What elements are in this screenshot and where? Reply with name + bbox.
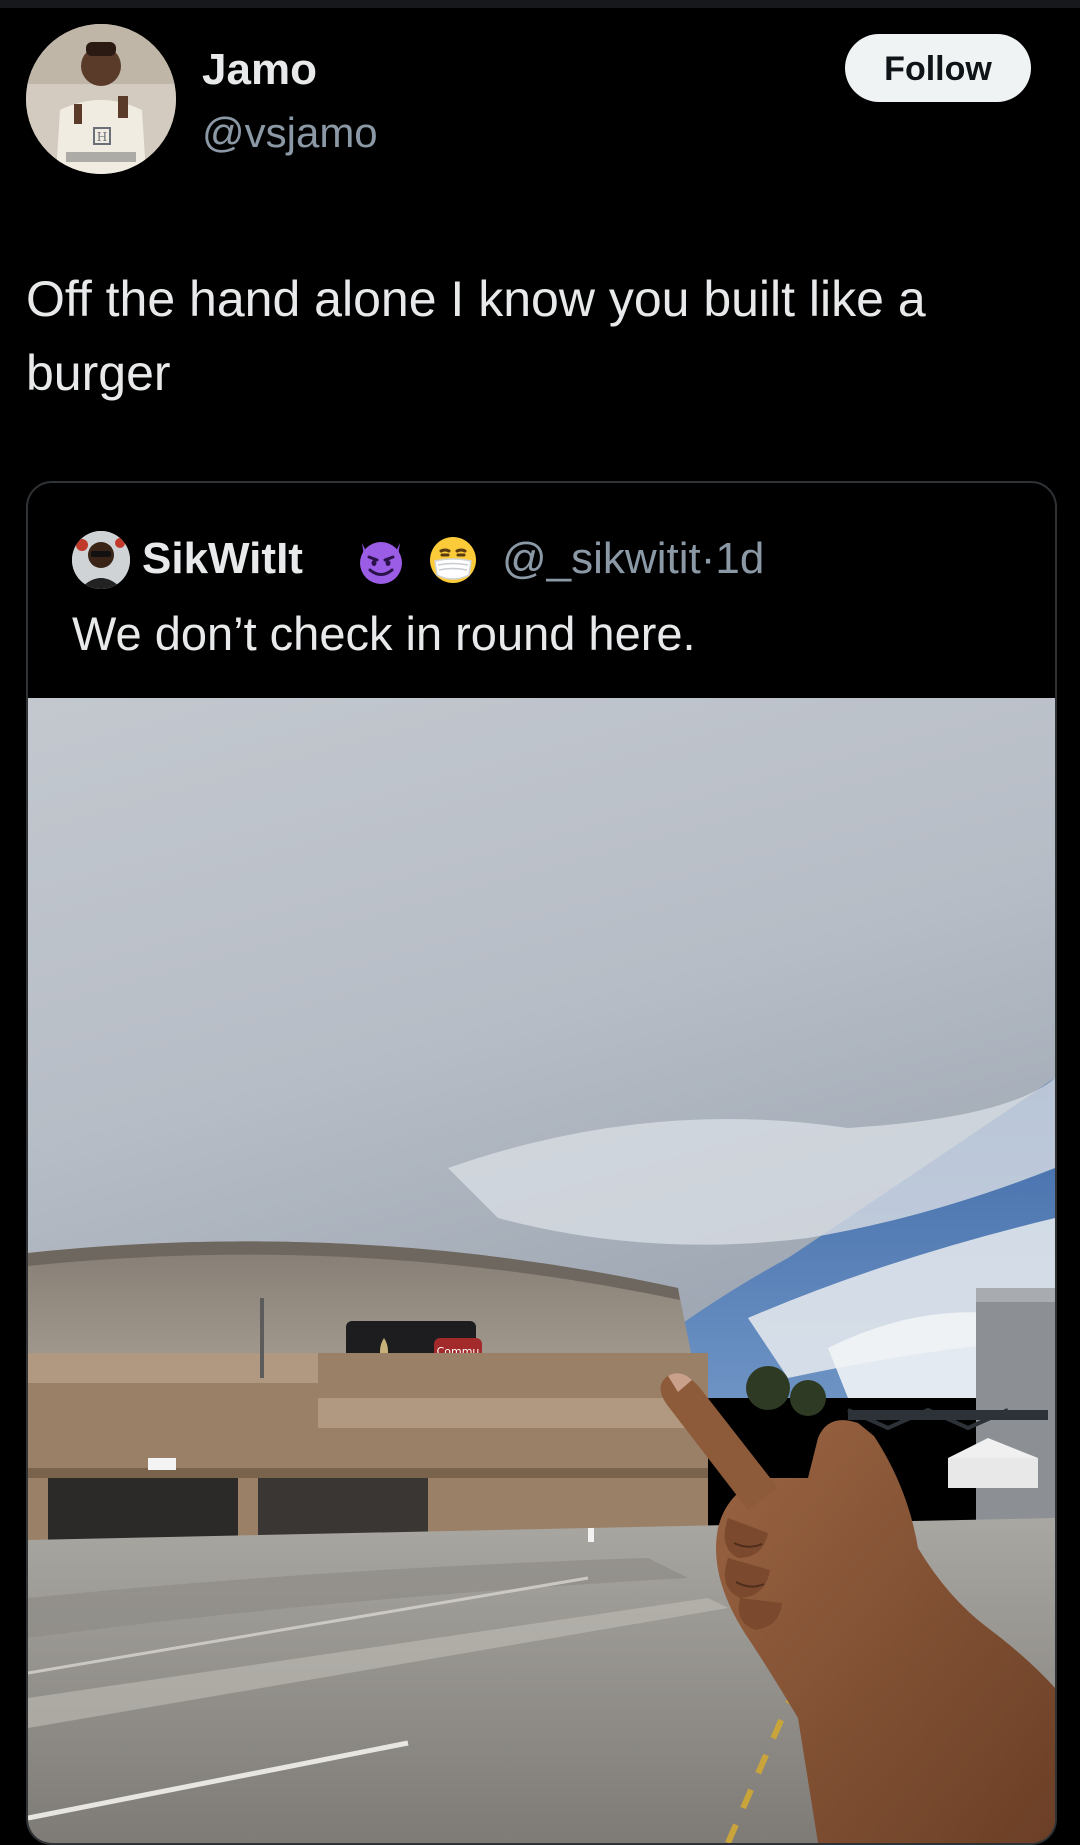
quoted-tweet-card[interactable]: SikWitIt @_sikwitit·1d We don’t check in… <box>26 481 1057 1845</box>
author-display-name[interactable]: Jamo <box>202 44 317 96</box>
tweet-text: Off the hand alone I know you built like… <box>26 271 926 401</box>
quoted-author-display-name[interactable]: SikWitIt <box>142 531 303 587</box>
quoted-author-avatar[interactable] <box>72 531 130 589</box>
quoted-tweet-photo[interactable]: Commu munity <box>28 698 1055 1843</box>
svg-text:H: H <box>97 130 107 144</box>
profile-photo-icon: H <box>26 24 176 174</box>
mask-face-icon <box>430 537 476 583</box>
meta-separator: · <box>700 534 716 583</box>
quoted-author-meta[interactable]: @_sikwitit·1d <box>502 531 764 587</box>
author-handle[interactable]: @vsjamo <box>202 108 378 158</box>
follow-button[interactable]: Follow <box>845 34 1031 102</box>
smiling-imp-icon <box>360 542 402 584</box>
top-edge-bar <box>0 0 1080 8</box>
quoted-tweet-text: We don’t check in round here. <box>72 607 696 660</box>
quoted-tweet-time[interactable]: 1d <box>715 534 764 583</box>
author-avatar[interactable]: H <box>26 24 176 174</box>
profile-photo-icon <box>72 531 130 589</box>
quoted-author-handle[interactable]: @_sikwitit <box>502 534 701 583</box>
